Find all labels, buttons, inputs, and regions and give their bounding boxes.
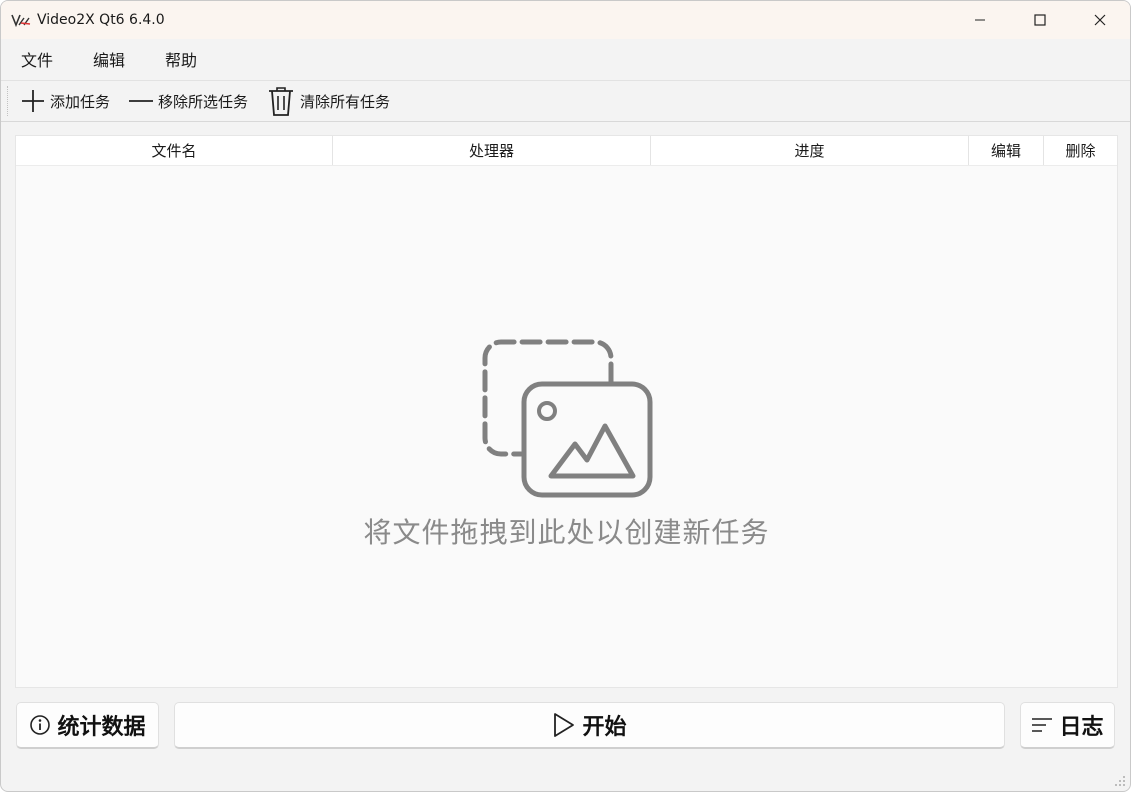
task-table[interactable]: 文件名 处理器 进度 编辑 删除 将文件拖拽到此处以创建新任务: [15, 135, 1118, 688]
menu-file[interactable]: 文件: [1, 47, 73, 71]
close-icon: [1094, 14, 1106, 26]
window-controls: [950, 1, 1130, 39]
table-header: 文件名 处理器 进度 编辑 删除: [16, 136, 1117, 166]
toolbar: 添加任务 移除所选任务 清除所有任务: [1, 80, 1130, 122]
window-title: Video2X Qt6 6.4.0: [37, 12, 165, 28]
toolbar-grip[interactable]: [7, 86, 10, 116]
menu-bar: 文件 编辑 帮助: [1, 39, 1130, 79]
remove-selected-label: 移除所选任务: [158, 92, 249, 111]
clear-all-label: 清除所有任务: [300, 92, 391, 111]
resize-grip-icon[interactable]: [1114, 775, 1126, 787]
title-bar[interactable]: Video2X Qt6 6.4.0: [1, 1, 1130, 39]
image-placeholder-icon: [482, 339, 653, 498]
column-header-edit[interactable]: 编辑: [969, 136, 1044, 165]
close-button[interactable]: [1070, 1, 1130, 39]
maximize-button[interactable]: [1010, 1, 1070, 39]
add-task-button[interactable]: 添加任务: [20, 88, 110, 114]
log-button[interactable]: 日志: [1020, 702, 1115, 749]
start-button[interactable]: 开始: [174, 702, 1005, 749]
menu-edit[interactable]: 编辑: [73, 47, 145, 71]
statistics-label: 统计数据: [57, 715, 146, 740]
info-icon: [30, 715, 51, 735]
log-lines-icon: [1032, 718, 1053, 732]
column-header-progress[interactable]: 进度: [651, 136, 969, 165]
statistics-button[interactable]: 统计数据: [16, 702, 159, 749]
drop-hint-text: 将文件拖拽到此处以创建新任务: [363, 516, 770, 549]
app-logo-icon: [11, 14, 31, 27]
plus-icon: [22, 90, 44, 112]
add-task-label: 添加任务: [50, 92, 111, 111]
minimize-button[interactable]: [950, 1, 1010, 39]
column-header-processor[interactable]: 处理器: [333, 136, 651, 165]
minimize-icon: [975, 19, 985, 21]
play-icon: [554, 713, 575, 737]
column-header-filename[interactable]: 文件名: [16, 136, 333, 165]
app-window: Video2X Qt6 6.4.0 文件 编辑 帮助 添加任务 移除所选任务 清…: [0, 0, 1131, 792]
clear-all-button[interactable]: 清除所有任务: [266, 85, 390, 117]
start-label: 开始: [582, 715, 627, 740]
trash-icon: [269, 87, 294, 116]
log-label: 日志: [1059, 715, 1104, 740]
maximize-icon: [1034, 14, 1046, 26]
menu-help[interactable]: 帮助: [145, 47, 217, 71]
remove-selected-button[interactable]: 移除所选任务: [128, 88, 248, 114]
minus-icon: [129, 100, 154, 102]
column-header-delete[interactable]: 删除: [1044, 136, 1117, 165]
